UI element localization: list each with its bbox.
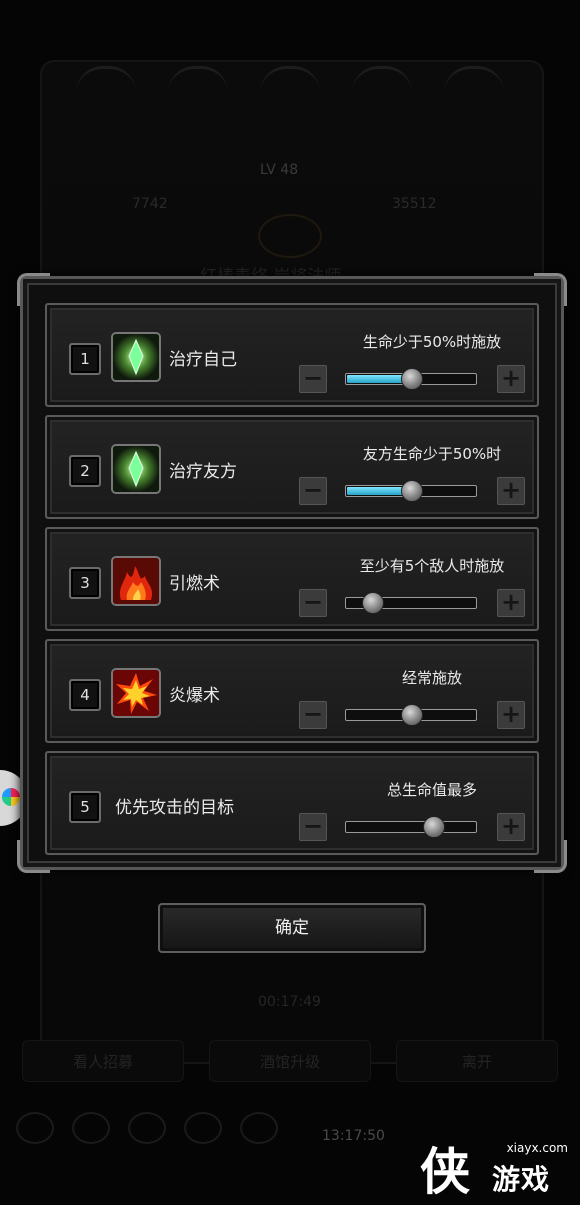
skill-row-2: 2 治疗友方 友方生命少于50%时 − +: [45, 415, 539, 519]
background-button-leave: 离开: [396, 1040, 558, 1082]
increase-button[interactable]: +: [497, 365, 525, 393]
green-crystal-icon: [111, 332, 161, 382]
watermark-text: 游戏: [492, 1163, 551, 1196]
increase-button[interactable]: +: [497, 477, 525, 505]
skill-condition: 总生命值最多: [386, 781, 477, 799]
background-button-row: 看人招募 酒馆升级 离开: [22, 1040, 558, 1084]
background-level: LV 48: [260, 162, 299, 178]
decrease-button[interactable]: −: [299, 365, 327, 393]
frame-corner: [17, 273, 50, 306]
slider-knob[interactable]: [362, 592, 384, 614]
skill-name: 治疗友方: [169, 462, 237, 482]
skill-condition: 至少有5个敌人时施放: [359, 557, 505, 575]
increase-button[interactable]: +: [497, 813, 525, 841]
decrease-button[interactable]: −: [299, 477, 327, 505]
frame-corner: [534, 273, 567, 306]
background-orbs: [60, 66, 520, 106]
increase-button[interactable]: +: [497, 701, 525, 729]
skill-name: 引燃术: [169, 574, 220, 594]
watermark-logo-glyph: 侠: [420, 1142, 470, 1201]
skill-name: 优先攻击的目标: [115, 798, 234, 818]
slider-knob[interactable]: [401, 704, 423, 726]
skill-row-3: 3 引燃术 至少有5个敌人时施放 − +: [45, 527, 539, 631]
background-clock: 13:17:50: [322, 1128, 385, 1144]
skill-condition: 生命少于50%时施放: [362, 333, 502, 351]
slider-knob[interactable]: [401, 480, 423, 502]
skill-index: 3: [69, 567, 101, 599]
assistant-icon: [2, 788, 20, 806]
skill-name: 炎爆术: [169, 686, 220, 706]
condition-slider[interactable]: [345, 592, 477, 614]
decrease-button[interactable]: −: [299, 701, 327, 729]
slider-knob[interactable]: [423, 816, 446, 838]
background-stat-left: 7742: [132, 196, 168, 212]
confirm-button[interactable]: 确定: [158, 903, 426, 953]
background-button-upgrade: 酒馆升级: [209, 1040, 371, 1082]
skill-settings-dialog: 1 治疗自己 生命少于50%时施放 − + 2 治疗友方 友方生命少于50%时 …: [17, 273, 567, 873]
explosion-icon: [111, 668, 161, 718]
background-stat-right: 35512: [392, 196, 437, 212]
skill-row-1: 1 治疗自己 生命少于50%时施放 − +: [45, 303, 539, 407]
skill-condition: 经常施放: [401, 669, 462, 687]
condition-slider[interactable]: [345, 480, 477, 502]
skill-index: 2: [69, 455, 101, 487]
skill-index: 1: [69, 343, 101, 375]
condition-slider[interactable]: [345, 368, 477, 390]
increase-button[interactable]: +: [497, 589, 525, 617]
slider-knob[interactable]: [401, 368, 423, 390]
skill-name: 治疗自己: [169, 350, 237, 370]
fire-icon: [111, 556, 161, 606]
skill-condition: 友方生命少于50%时: [362, 445, 502, 463]
skill-row-4: 4 炎爆术 经常施放 − +: [45, 639, 539, 743]
decrease-button[interactable]: −: [299, 813, 327, 841]
green-crystal-icon: [111, 444, 161, 494]
skill-row-5: 5 优先攻击的目标 总生命值最多 − +: [45, 751, 539, 855]
condition-slider[interactable]: [345, 704, 477, 726]
condition-slider[interactable]: [345, 816, 477, 838]
background-button-recruit: 看人招募: [22, 1040, 184, 1082]
skill-index: 4: [69, 679, 101, 711]
decrease-button[interactable]: −: [299, 589, 327, 617]
background-emblem-icon: [258, 214, 322, 258]
skill-index: 5: [69, 791, 101, 823]
watermark-url: xiayx.com: [506, 1141, 568, 1155]
background-timer: 00:17:49: [258, 994, 321, 1010]
